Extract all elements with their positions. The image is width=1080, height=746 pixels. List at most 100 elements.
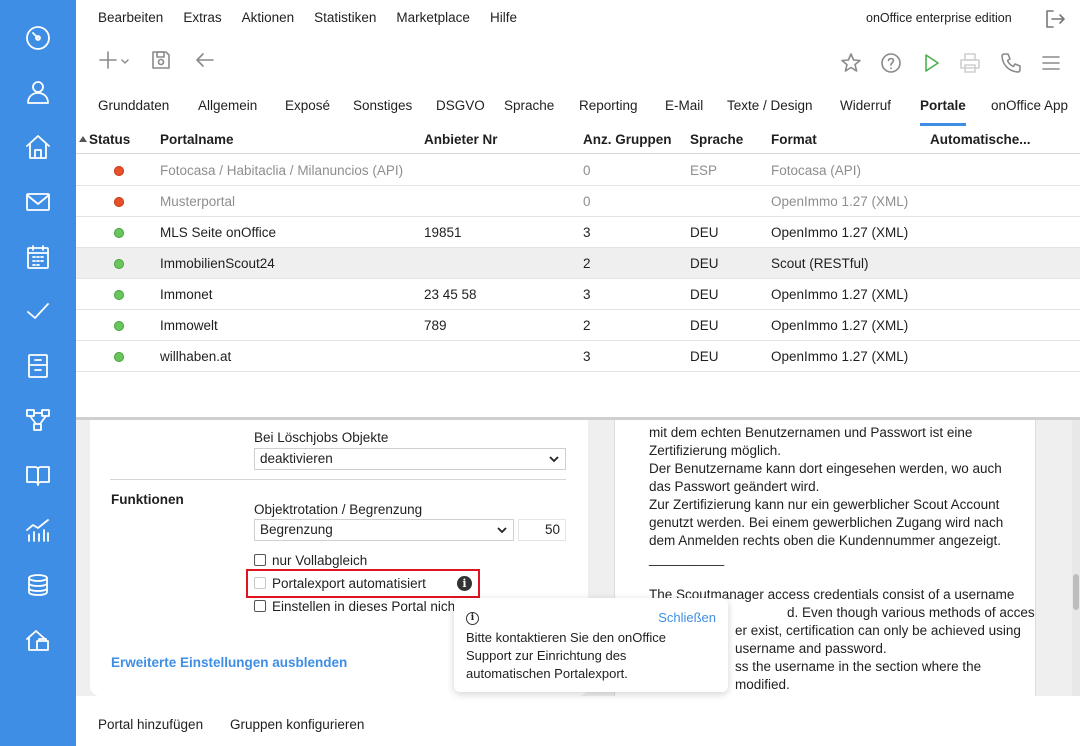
col-status[interactable]: Status (89, 132, 130, 147)
plus-icon[interactable] (96, 48, 136, 72)
cell-gruppen: 2 (583, 256, 591, 271)
cell-sprache: DEU (690, 318, 719, 333)
back-arrow-icon[interactable] (193, 48, 217, 72)
tasks-icon[interactable] (14, 289, 62, 333)
scrollbar-thumb[interactable] (1073, 574, 1079, 610)
tab-grunddaten[interactable]: Grunddaten (98, 98, 169, 113)
help-icon[interactable] (879, 51, 903, 75)
status-active-icon (114, 228, 124, 238)
configure-groups-button[interactable]: Gruppen konfigurieren (230, 717, 364, 732)
menu-bearbeiten[interactable]: Bearbeiten (98, 10, 163, 25)
loeschjobs-value: deaktivieren (260, 451, 333, 466)
cell-format: Fotocasa (API) (771, 163, 862, 178)
portalexport-automatisiert-checkbox[interactable] (254, 577, 266, 589)
cell-gruppen: 2 (583, 318, 591, 333)
toggle-advanced-settings-link[interactable]: Erweiterte Einstellungen ausblenden (111, 655, 347, 670)
cell-sprache: DEU (690, 256, 719, 271)
menu-aktionen[interactable]: Aktionen (242, 10, 295, 25)
tab-texte-design[interactable]: Texte / Design (727, 98, 813, 113)
print-icon (958, 51, 982, 75)
tab-portale[interactable]: Portale (920, 98, 966, 126)
star-icon[interactable] (839, 51, 863, 75)
marketplace-icon[interactable] (14, 618, 62, 662)
cell-sprache: DEU (690, 225, 719, 240)
col-portalname[interactable]: Portalname (160, 132, 234, 147)
status-active-icon (114, 290, 124, 300)
hamburger-menu-icon[interactable] (1039, 51, 1063, 75)
cell-format: OpenImmo 1.27 (XML) (771, 225, 909, 240)
cell-format: OpenImmo 1.27 (XML) (771, 287, 909, 302)
menu-hilfe[interactable]: Hilfe (490, 10, 517, 25)
col-anbieter-nr[interactable]: Anbieter Nr (424, 132, 498, 147)
cell-anbieter: 789 (424, 318, 447, 333)
chevron-down-icon (497, 527, 507, 534)
table-row[interactable]: Immonet 23 45 58 3 DEU OpenImmo 1.27 (XM… (76, 279, 1080, 310)
popover-close-button[interactable]: Schließen (658, 610, 716, 625)
popover-text: Bitte kontaktieren Sie den onOffice Supp… (466, 630, 666, 681)
status-inactive-icon (114, 166, 124, 176)
table-row[interactable]: willhaben.at 3 DEU OpenImmo 1.27 (XML) (76, 341, 1080, 372)
scrollbar-track[interactable] (1072, 420, 1080, 696)
logout-icon[interactable] (1044, 8, 1066, 30)
table-row[interactable]: Musterportal 0 OpenImmo 1.27 (XML) (76, 186, 1080, 217)
col-automatisch[interactable]: Automatische... (930, 132, 1031, 147)
cell-portalname: Fotocasa / Habitaclia / Milanuncios (API… (160, 163, 404, 178)
menu-marketplace[interactable]: Marketplace (396, 10, 470, 25)
tab-expose[interactable]: Exposé (285, 98, 330, 113)
rotation-select[interactable]: Begrenzung (254, 519, 514, 541)
files-icon[interactable] (14, 344, 62, 388)
vollabgleich-checkbox[interactable] (254, 554, 266, 566)
save-icon[interactable] (149, 48, 173, 72)
tab-sprache[interactable]: Sprache (504, 98, 554, 113)
col-sprache[interactable]: Sprache (690, 132, 743, 147)
einstellen-checkbox[interactable] (254, 600, 266, 612)
rotation-limit-input[interactable]: 50 (518, 519, 566, 541)
tab-allgemein[interactable]: Allgemein (198, 98, 257, 113)
database-icon[interactable] (14, 563, 62, 607)
tab-email[interactable]: E-Mail (665, 98, 703, 113)
status-inactive-icon (114, 197, 124, 207)
tab-reporting[interactable]: Reporting (579, 98, 638, 113)
rotation-value: Begrenzung (260, 522, 333, 537)
email-icon[interactable] (14, 180, 62, 224)
cell-portalname: ImmobilienScout24 (160, 256, 275, 271)
cell-anbieter: 19851 (424, 225, 462, 240)
status-active-icon (114, 259, 124, 269)
portalexport-automatisiert-label: Portalexport automatisiert (272, 576, 426, 591)
tab-sonstiges[interactable]: Sonstiges (353, 98, 412, 113)
main-menu: Bearbeiten Extras Aktionen Statistiken M… (98, 10, 537, 25)
info-text-line: Der Benutzername kann dort eingesehen we… (649, 461, 1002, 476)
loeschjobs-select[interactable]: deaktivieren (254, 448, 566, 470)
menu-statistiken[interactable]: Statistiken (314, 10, 376, 25)
divider (110, 479, 566, 480)
table-row[interactable]: MLS Seite onOffice 19851 3 DEU OpenImmo … (76, 217, 1080, 248)
address-icon[interactable] (14, 70, 62, 114)
cell-sprache: DEU (690, 349, 719, 364)
sort-asc-icon (79, 136, 87, 142)
cell-portalname: Immowelt (160, 318, 218, 333)
phone-icon[interactable] (999, 51, 1023, 75)
statistics-icon[interactable] (14, 508, 62, 552)
col-format[interactable]: Format (771, 132, 817, 147)
info-icon[interactable]: i (457, 576, 472, 591)
tab-widerruf[interactable]: Widerruf (840, 98, 891, 113)
process-icon[interactable] (14, 398, 62, 442)
loeschjobs-label: Bei Löschjobs Objekte (254, 430, 389, 445)
table-row-selected[interactable]: ImmobilienScout24 2 DEU Scout (RESTful) (76, 248, 1080, 279)
table-row[interactable]: Fotocasa / Habitaclia / Milanuncios (API… (76, 155, 1080, 186)
calendar-icon[interactable] (14, 235, 62, 279)
tab-onoffice-app[interactable]: onOffice App (991, 98, 1068, 113)
dashboard-icon[interactable] (14, 16, 62, 60)
cell-portalname: Musterportal (160, 194, 236, 209)
property-icon[interactable] (14, 125, 62, 169)
play-icon[interactable] (919, 51, 943, 75)
col-anz-gruppen[interactable]: Anz. Gruppen (583, 132, 672, 147)
menu-extras[interactable]: Extras (183, 10, 221, 25)
cell-gruppen: 3 (583, 287, 591, 302)
table-row[interactable]: Immowelt 789 2 DEU OpenImmo 1.27 (XML) (76, 310, 1080, 341)
manual-icon[interactable] (14, 453, 62, 497)
cell-gruppen: 0 (583, 163, 591, 178)
footer-bar: Portal hinzufügen Gruppen konfigurieren (76, 704, 1080, 746)
tab-dsgvo[interactable]: DSGVO (436, 98, 485, 113)
add-portal-button[interactable]: Portal hinzufügen (98, 717, 203, 732)
